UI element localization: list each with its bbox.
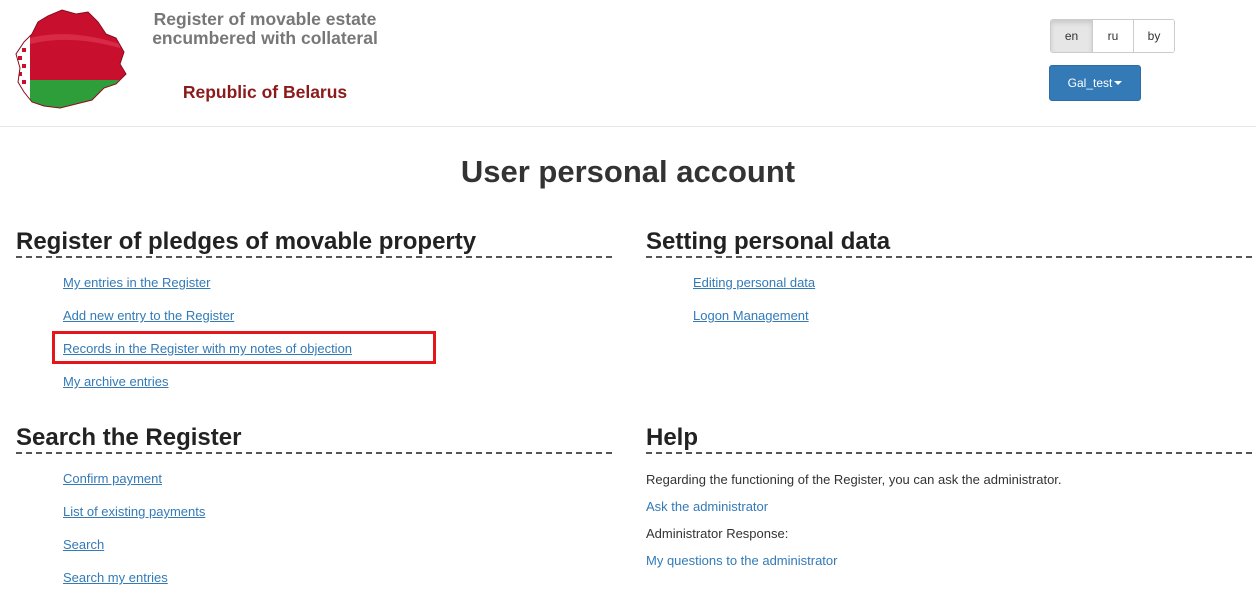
records-with-objection-link[interactable]: Records in the Register with my notes of… bbox=[63, 341, 352, 356]
ask-administrator-link[interactable]: Ask the administrator bbox=[646, 499, 768, 514]
my-entries-link[interactable]: My entries in the Register bbox=[63, 275, 210, 290]
section-help-heading: Help bbox=[646, 424, 1252, 454]
section-search-heading: Search the Register bbox=[16, 424, 612, 454]
list-item: List of existing payments bbox=[63, 495, 612, 528]
list-item: Add new entry to the Register bbox=[63, 299, 612, 332]
user-menu-button[interactable]: Gal_test bbox=[1049, 65, 1141, 101]
list-item: My archive entries bbox=[63, 365, 612, 398]
language-ru-button[interactable]: ru bbox=[1092, 20, 1133, 52]
list-item: Search my entries bbox=[63, 561, 612, 594]
user-menu-label: Gal_test bbox=[1067, 76, 1113, 90]
language-switcher: en ru by bbox=[1050, 19, 1175, 53]
help-ask-row: Ask the administrator bbox=[646, 493, 1252, 520]
my-archive-entries-link[interactable]: My archive entries bbox=[63, 374, 168, 389]
help-intro-text: Regarding the functioning of the Registe… bbox=[646, 472, 1062, 487]
search-link-list: Confirm payment List of existing payment… bbox=[63, 462, 612, 594]
section-personal-data: Setting personal data Editing personal d… bbox=[646, 228, 1252, 332]
pledges-link-list: My entries in the Register Add new entry… bbox=[63, 266, 612, 398]
search-my-entries-link[interactable]: Search my entries bbox=[63, 570, 168, 585]
section-pledges: Register of pledges of movable property … bbox=[16, 228, 612, 398]
section-pledges-heading: Register of pledges of movable property bbox=[16, 228, 612, 258]
list-item: Search bbox=[63, 528, 612, 561]
page-title: User personal account bbox=[460, 154, 796, 189]
help-questions-row: My questions to the administrator bbox=[646, 547, 1252, 574]
my-questions-link[interactable]: My questions to the administrator bbox=[646, 553, 837, 568]
list-item: Records in the Register with my notes of… bbox=[63, 332, 612, 365]
list-of-payments-link[interactable]: List of existing payments bbox=[63, 504, 205, 519]
logon-management-link[interactable]: Logon Management bbox=[693, 308, 809, 323]
admin-response-label: Administrator Response: bbox=[646, 526, 789, 541]
list-item: Logon Management bbox=[693, 299, 1252, 332]
section-search: Search the Register Confirm payment List… bbox=[16, 424, 612, 594]
section-help: Help Regarding the functioning of the Re… bbox=[646, 424, 1252, 574]
belarus-map-logo bbox=[15, 9, 127, 109]
list-item: Editing personal data bbox=[693, 266, 1252, 299]
confirm-payment-link[interactable]: Confirm payment bbox=[63, 471, 162, 486]
list-item: My entries in the Register bbox=[63, 266, 612, 299]
list-item: Confirm payment bbox=[63, 462, 612, 495]
section-personal-heading: Setting personal data bbox=[646, 228, 1252, 258]
add-new-entry-link[interactable]: Add new entry to the Register bbox=[63, 308, 234, 323]
site-subtitle: Republic of Belarus bbox=[182, 82, 348, 102]
site-title: Register of movable estate encumbered wi… bbox=[152, 9, 378, 48]
personal-link-list: Editing personal data Logon Management bbox=[693, 266, 1252, 332]
caret-down-icon bbox=[1114, 81, 1123, 85]
language-by-button[interactable]: by bbox=[1133, 20, 1174, 52]
search-link[interactable]: Search bbox=[63, 537, 104, 552]
language-en-button[interactable]: en bbox=[1051, 20, 1092, 52]
header: Register of movable estate encumbered wi… bbox=[0, 0, 1256, 127]
editing-personal-data-link[interactable]: Editing personal data bbox=[693, 275, 815, 290]
